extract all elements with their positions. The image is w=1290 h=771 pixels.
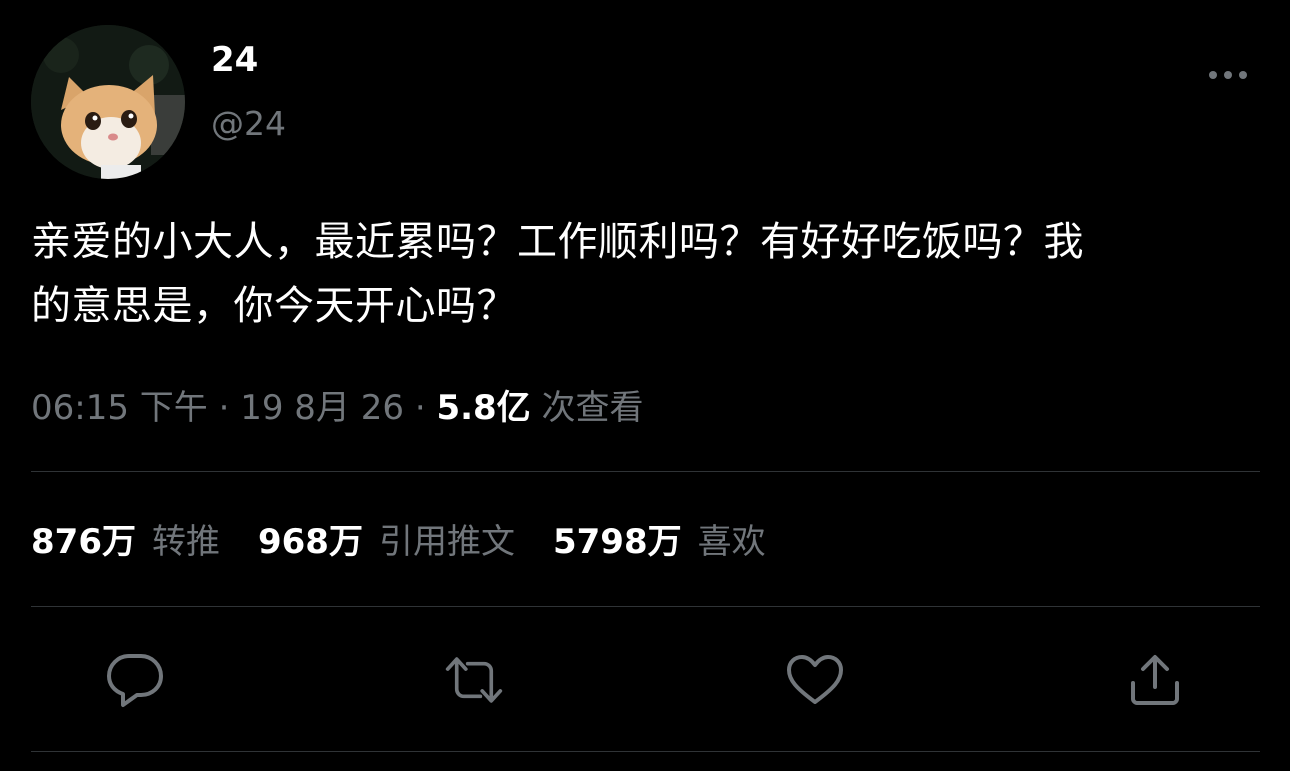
- engagement-stats: 876万 转推 968万 引用推文 5798万 喜欢: [31, 518, 766, 566]
- more-options-button[interactable]: [1200, 58, 1256, 92]
- divider: [31, 471, 1260, 472]
- divider: [31, 751, 1260, 752]
- avatar[interactable]: [31, 25, 185, 179]
- like-button[interactable]: [785, 650, 845, 710]
- retweet-button[interactable]: [444, 650, 504, 710]
- tweet-text: 亲爱的小大人，最近累吗？工作顺利吗？有好好吃饭吗？我 的意思是，你今天开心吗？: [31, 219, 1084, 329]
- cat-avatar-icon: [31, 25, 185, 179]
- tweet-meta: 06:15 下午 · 19 8月 26 · 5.8亿 次查看: [31, 384, 644, 432]
- tweet-time[interactable]: 06:15 下午: [31, 388, 208, 428]
- views-count: 5.8亿: [436, 388, 531, 428]
- likes-stat[interactable]: 5798万 喜欢: [553, 518, 766, 566]
- tweet-detail: 24 @24 亲爱的小大人，最近累吗？工作顺利吗？有好好吃饭吗？我 的意思是，你…: [0, 0, 1290, 771]
- retweets-count: 876万: [31, 522, 136, 562]
- user-handle[interactable]: @24: [211, 102, 286, 146]
- retweet-icon: [445, 657, 503, 703]
- separator-dot: ·: [414, 388, 437, 428]
- likes-label: 喜欢: [697, 522, 766, 562]
- likes-count: 5798万: [552, 522, 682, 562]
- retweets-label: 转推: [151, 522, 220, 562]
- quotes-count: 968万: [257, 522, 363, 562]
- more-icon: [1209, 71, 1247, 79]
- tweet-date[interactable]: 19 8月 26: [240, 388, 404, 428]
- heart-icon: [787, 655, 843, 704]
- share-icon: [1131, 655, 1179, 705]
- divider: [31, 606, 1260, 607]
- retweets-stat[interactable]: 876万 转推: [31, 518, 220, 566]
- separator-dot: ·: [218, 388, 241, 428]
- quotes-stat[interactable]: 968万 引用推文: [258, 518, 515, 566]
- quotes-label: 引用推文: [378, 522, 515, 562]
- share-button[interactable]: [1125, 650, 1185, 710]
- reply-icon: [107, 654, 163, 707]
- reply-button[interactable]: [105, 650, 165, 710]
- display-name[interactable]: 24: [211, 38, 258, 82]
- views-label: 次查看: [541, 388, 644, 428]
